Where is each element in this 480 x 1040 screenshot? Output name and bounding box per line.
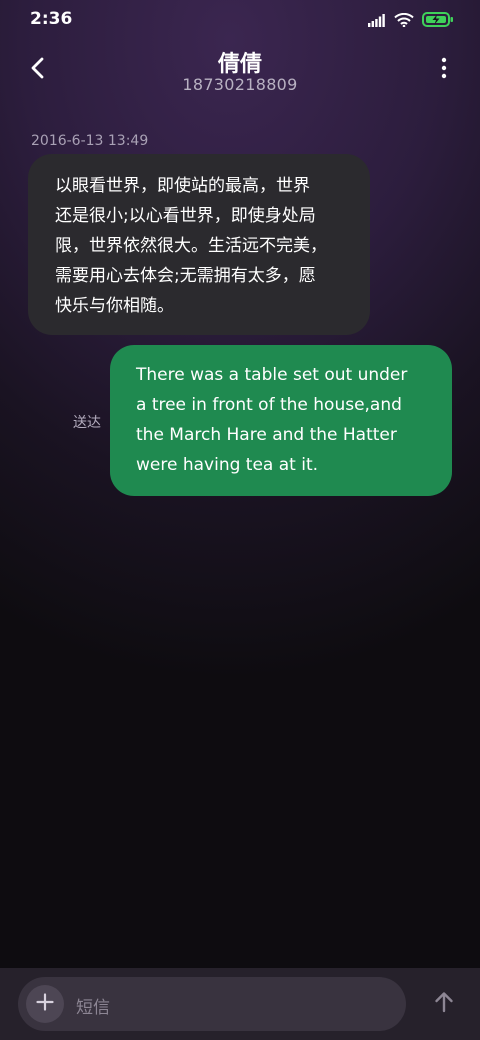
message-text-line: the March Hare and the Hatter — [136, 425, 397, 445]
message-text-line: 需要用心去体会;无需拥有太多，愿 — [55, 266, 316, 286]
more-vertical-icon — [441, 57, 447, 83]
send-arrow-up-icon — [434, 991, 454, 1017]
battery-charging-icon — [422, 12, 454, 31]
status-bar: 2:36 — [0, 0, 480, 40]
message-input-placeholder: 短信 — [76, 998, 110, 1018]
more-options-button[interactable] — [430, 56, 458, 84]
message-input-field[interactable]: 短信 — [18, 977, 406, 1031]
status-icons — [368, 12, 454, 31]
conversation-header: 倩倩 18730218809 — [0, 40, 480, 104]
contact-name: 倩倩 — [217, 52, 262, 77]
message-text-line: There was a table set out under — [136, 365, 408, 385]
composer-bar: 短信 — [0, 968, 480, 1040]
message-text-line: a tree in front of the house,and — [136, 395, 402, 415]
message-text-line: 快乐与你相随。 — [55, 296, 174, 316]
message-text-line: 限，世界依然很大。生活远不完美， — [55, 236, 327, 256]
message-text-line: were having tea at it. — [136, 455, 319, 475]
add-attachment-button[interactable] — [26, 985, 64, 1023]
plus-icon — [36, 993, 54, 1015]
contact-number: 18730218809 — [182, 75, 298, 94]
outgoing-message-bubble[interactable]: There was a table set out under a tree i… — [110, 345, 452, 496]
message-text-line: 还是很小;以心看世界，即使身处局 — [55, 206, 316, 226]
wifi-icon — [394, 12, 414, 31]
message-timestamp: 2016-6-13 13:49 — [31, 133, 149, 149]
delivery-status: 送达 — [73, 415, 101, 431]
status-time: 2:36 — [30, 9, 73, 29]
message-text-line: 以眼看世界，即使站的最高，世界 — [55, 176, 310, 196]
incoming-message-bubble[interactable]: 以眼看世界，即使站的最高，世界 还是很小;以心看世界，即使身处局 限，世界依然很… — [28, 154, 370, 335]
send-button[interactable] — [430, 990, 458, 1018]
cellular-signal-icon — [368, 12, 386, 31]
